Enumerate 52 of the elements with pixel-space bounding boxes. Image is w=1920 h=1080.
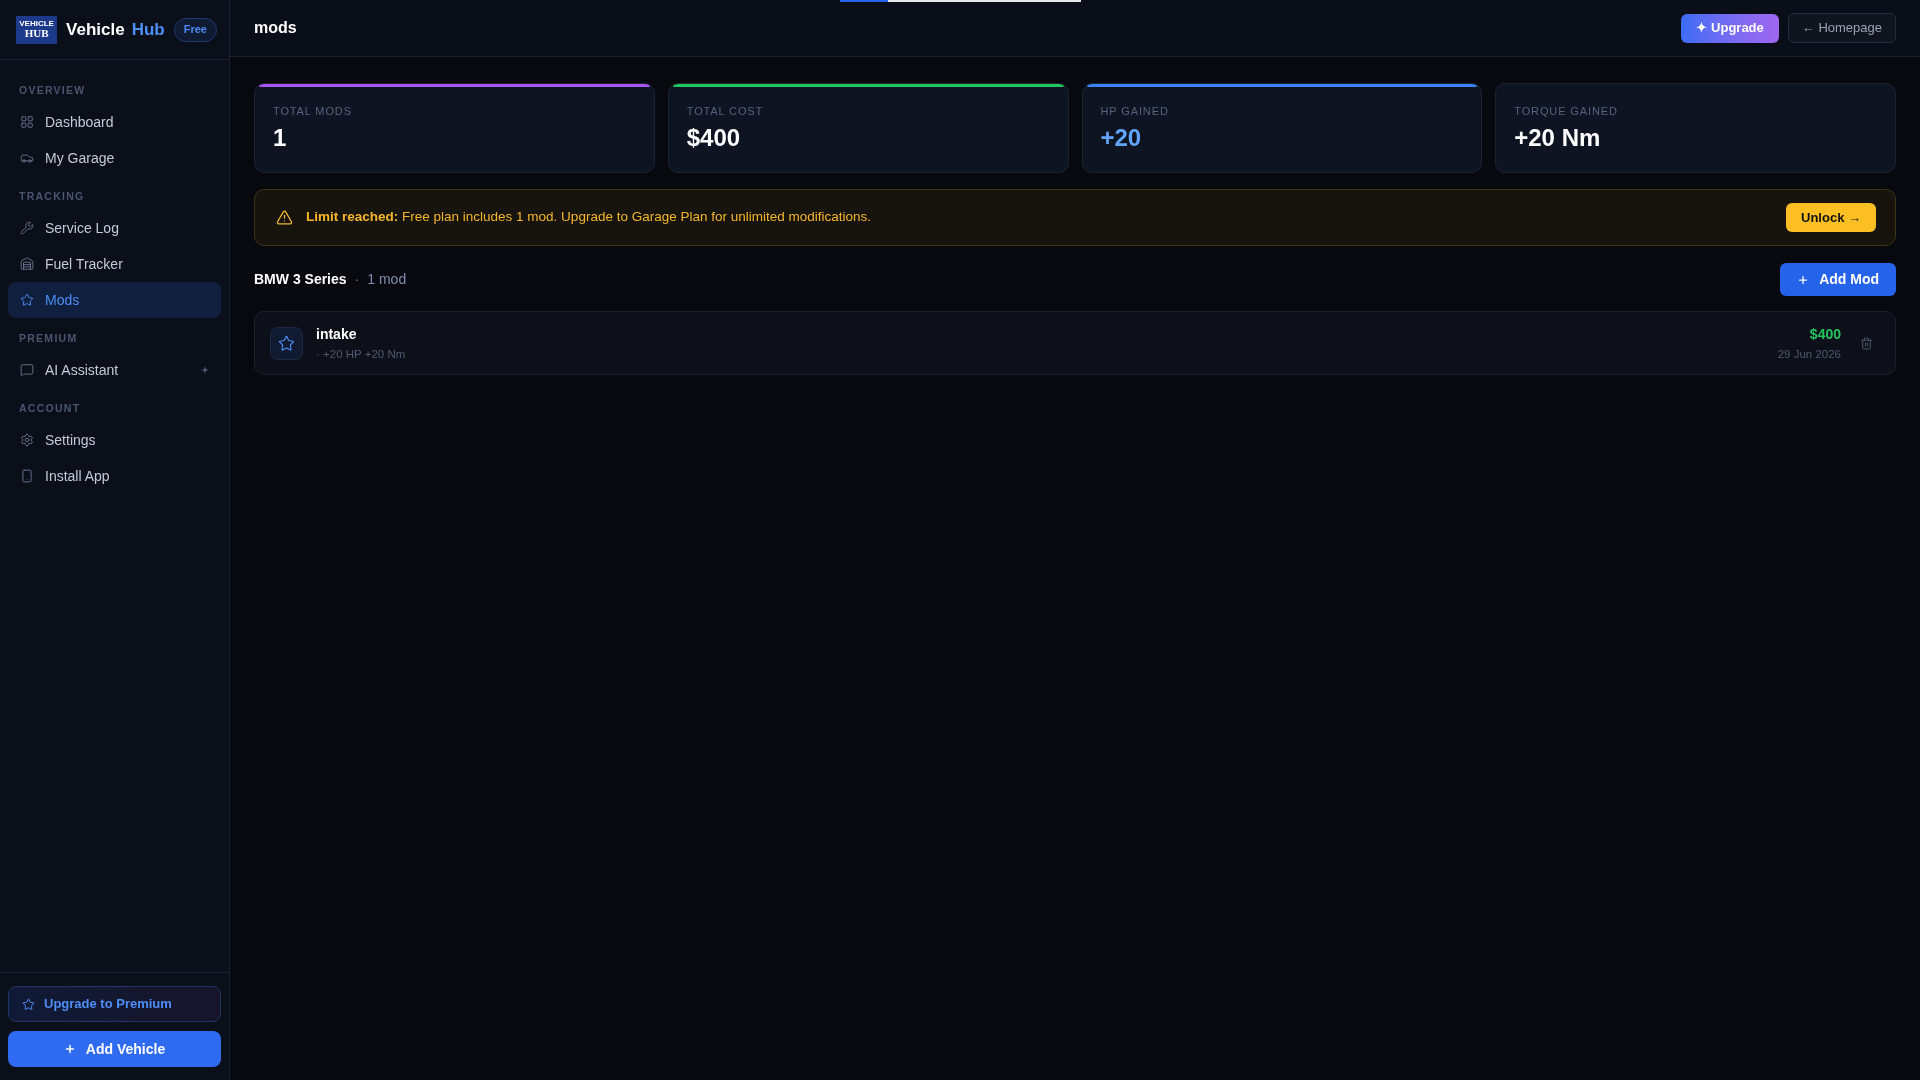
plus-icon bbox=[1797, 273, 1810, 286]
stat-label: TOTAL MODS bbox=[273, 104, 353, 118]
stat-label: TORQUE GAINED bbox=[1514, 104, 1619, 118]
sidebar-item[interactable]: Dashboard bbox=[8, 104, 221, 140]
vehicle-name: BMW 3 Series bbox=[254, 270, 347, 289]
mod-count: 1 mod bbox=[367, 270, 407, 289]
alert-message: Limit reached: Free plan includes 1 mod. Upgrade to Garage Plan for unlimited modifications. bbox=[306, 208, 873, 227]
stat-value: 1 bbox=[273, 123, 288, 153]
warning-icon bbox=[276, 209, 293, 226]
plus-icon bbox=[63, 1043, 76, 1055]
stat-label: HP GAINED bbox=[1100, 104, 1170, 118]
add-mod-button[interactable]: Add Mod bbox=[1780, 263, 1896, 296]
homepage-button[interactable]: ← Homepage bbox=[1787, 13, 1896, 43]
stat-value: $400 bbox=[686, 123, 742, 153]
building-icon bbox=[20, 257, 34, 271]
stat-value: +20 Nm bbox=[1514, 123, 1602, 153]
stat-label: TOTAL COST bbox=[686, 104, 765, 118]
sidebar-item[interactable]: Settings bbox=[8, 422, 221, 458]
mod-details: · +20 HP +20 Nm bbox=[316, 346, 407, 361]
mod-cost: $400 bbox=[1809, 325, 1841, 343]
add-vehicle-button[interactable]: Add Vehicle bbox=[8, 1031, 221, 1067]
grid-icon bbox=[20, 115, 34, 129]
sidebar-item[interactable]: My Garage bbox=[8, 140, 221, 176]
phone-icon bbox=[20, 469, 34, 483]
sidebar-item[interactable]: Install App bbox=[8, 458, 221, 494]
star-icon bbox=[22, 997, 35, 1011]
mod-date: 29 Jun 2026 bbox=[1777, 346, 1841, 361]
stat-value: +20 bbox=[1100, 123, 1143, 153]
brand-name-suffix: Hub bbox=[131, 18, 165, 41]
settings-icon bbox=[20, 433, 34, 447]
section-label: TRACKING bbox=[18, 189, 86, 204]
section-label: PREMIUM bbox=[18, 331, 79, 346]
trash-icon[interactable] bbox=[1860, 335, 1873, 351]
chat-bubble-icon bbox=[20, 363, 34, 377]
logo: VEHICLE HUB bbox=[16, 15, 58, 44]
sidebar-item[interactable]: Service Log bbox=[8, 210, 221, 246]
sidebar-item[interactable]: Fuel Tracker bbox=[8, 246, 221, 282]
mod-name: intake bbox=[316, 325, 358, 343]
unlock-button[interactable]: Unlock → bbox=[1786, 203, 1876, 232]
star-icon bbox=[20, 293, 34, 307]
section-label: ACCOUNT bbox=[18, 401, 82, 416]
separator-dot: · bbox=[354, 270, 360, 289]
wrench-icon bbox=[20, 221, 34, 235]
sidebar-item[interactable]: AI Assistant bbox=[8, 352, 221, 388]
sidebar-item[interactable]: Mods bbox=[8, 282, 221, 318]
plan-badge: Free bbox=[173, 17, 217, 42]
car-icon bbox=[20, 151, 34, 165]
brand-name: Vehicle bbox=[66, 18, 125, 41]
section-label: OVERVIEW bbox=[18, 83, 87, 98]
upgrade-button[interactable]: ✦ Upgrade bbox=[1681, 13, 1779, 43]
page-title: mods bbox=[254, 18, 297, 38]
upgrade-premium-button[interactable]: Upgrade to Premium bbox=[8, 986, 221, 1022]
